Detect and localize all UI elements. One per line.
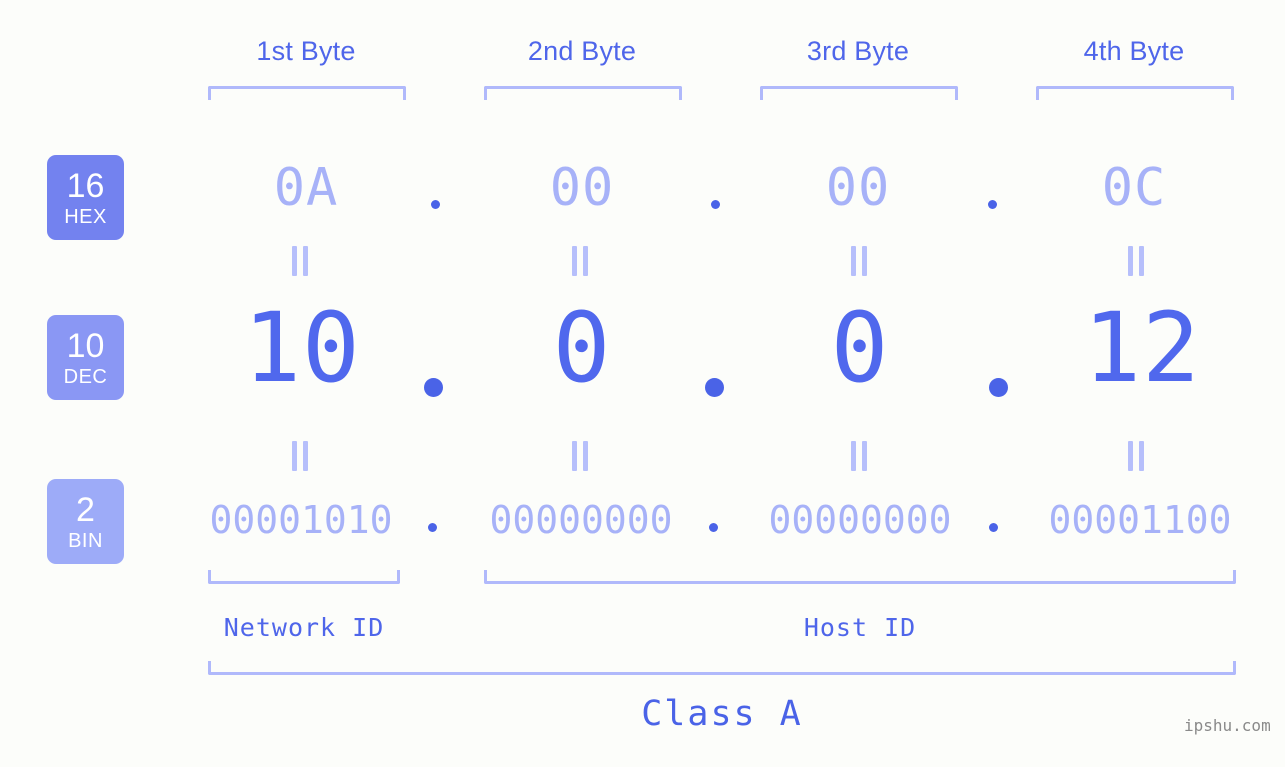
bin-separator-dot-3 (989, 523, 998, 532)
dec-octet-1: 10 (243, 292, 361, 404)
host-id-bracket (484, 570, 1236, 584)
bin-octet-1: 00001010 (209, 498, 393, 542)
bin-octet-3: 00000000 (768, 498, 952, 542)
byte-bracket-4 (1036, 86, 1234, 100)
byte-header-2: 2nd Byte (527, 36, 637, 66)
byte-bracket-2 (484, 86, 682, 100)
equals-icon-dec-bin-2 (572, 441, 588, 471)
row-badge-dec-number: 10 (66, 326, 105, 365)
row-badge-dec-unit: DEC (63, 365, 108, 388)
class-bracket (208, 661, 1236, 675)
row-badge-dec: 10 DEC (47, 315, 124, 400)
equals-icon-dec-bin-3 (851, 441, 867, 471)
hex-octet-3: 00 (825, 158, 891, 218)
hex-octet-2: 00 (549, 158, 615, 218)
hex-separator-dot-2 (711, 200, 720, 209)
hex-octet-4: 0C (1101, 158, 1167, 218)
network-id-bracket (208, 570, 400, 584)
bin-separator-dot-2 (709, 523, 718, 532)
equals-icon-dec-bin-1 (292, 441, 308, 471)
row-badge-bin-unit: BIN (68, 529, 103, 552)
ip-address-breakdown-diagram: 1st Byte 2nd Byte 3rd Byte 4th Byte 16 H… (0, 0, 1285, 767)
byte-header-3: 3rd Byte (806, 36, 910, 66)
byte-bracket-1 (208, 86, 406, 100)
bin-octet-2: 00000000 (489, 498, 673, 542)
hex-separator-dot-3 (988, 200, 997, 209)
byte-header-4: 4th Byte (1083, 36, 1185, 66)
equals-icon-hex-dec-4 (1128, 246, 1144, 276)
watermark: ipshu.com (1184, 716, 1271, 735)
dec-octet-2: 0 (552, 292, 612, 404)
dec-octet-4: 12 (1083, 292, 1201, 404)
dec-separator-dot-3 (989, 378, 1008, 397)
equals-icon-dec-bin-4 (1128, 441, 1144, 471)
network-id-label: Network ID (223, 613, 385, 642)
row-badge-bin-number: 2 (76, 490, 95, 529)
host-id-label: Host ID (803, 613, 917, 642)
equals-icon-hex-dec-1 (292, 246, 308, 276)
row-badge-hex-unit: HEX (64, 205, 107, 228)
dec-separator-dot-1 (424, 378, 443, 397)
byte-bracket-3 (760, 86, 958, 100)
bin-separator-dot-1 (428, 523, 437, 532)
dec-octet-3: 0 (830, 292, 890, 404)
class-label: Class A (641, 694, 803, 734)
equals-icon-hex-dec-2 (572, 246, 588, 276)
row-badge-hex: 16 HEX (47, 155, 124, 240)
hex-octet-1: 0A (273, 158, 339, 218)
hex-separator-dot-1 (431, 200, 440, 209)
row-badge-bin: 2 BIN (47, 479, 124, 564)
byte-header-1: 1st Byte (256, 36, 356, 66)
dec-separator-dot-2 (705, 378, 724, 397)
bin-octet-4: 00001100 (1048, 498, 1232, 542)
row-badge-hex-number: 16 (66, 166, 105, 205)
equals-icon-hex-dec-3 (851, 246, 867, 276)
